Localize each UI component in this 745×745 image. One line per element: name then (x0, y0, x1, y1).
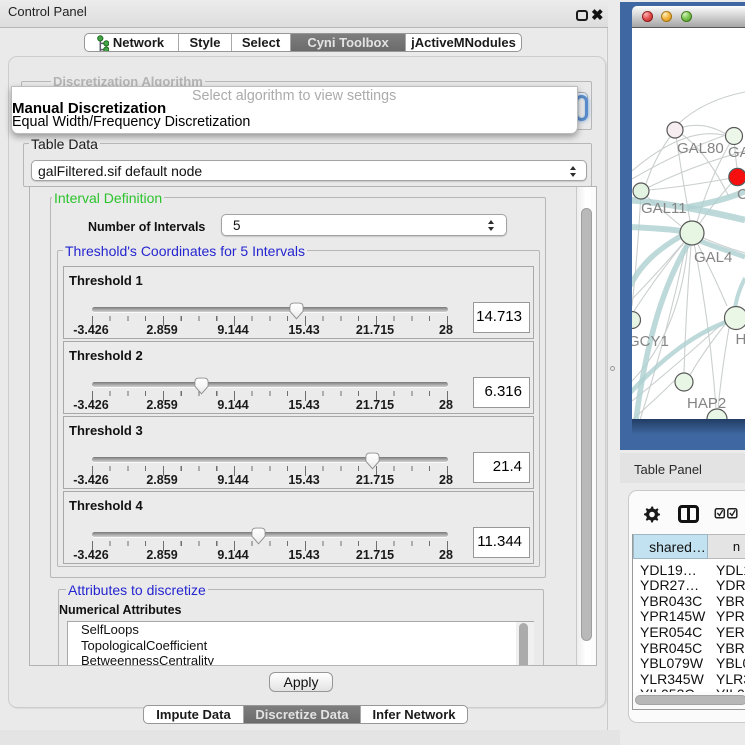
svg-text:GA: GA (728, 144, 745, 161)
svg-text:GAL80: GAL80 (677, 140, 724, 157)
svg-text:HAP2: HAP2 (687, 395, 726, 412)
svg-text:H: H (736, 331, 745, 348)
svg-text:GAL11: GAL11 (641, 200, 687, 217)
svg-text:GAL4: GAL4 (694, 249, 732, 266)
svg-text:GCY1: GCY1 (632, 333, 669, 350)
svg-text:C: C (737, 186, 745, 203)
